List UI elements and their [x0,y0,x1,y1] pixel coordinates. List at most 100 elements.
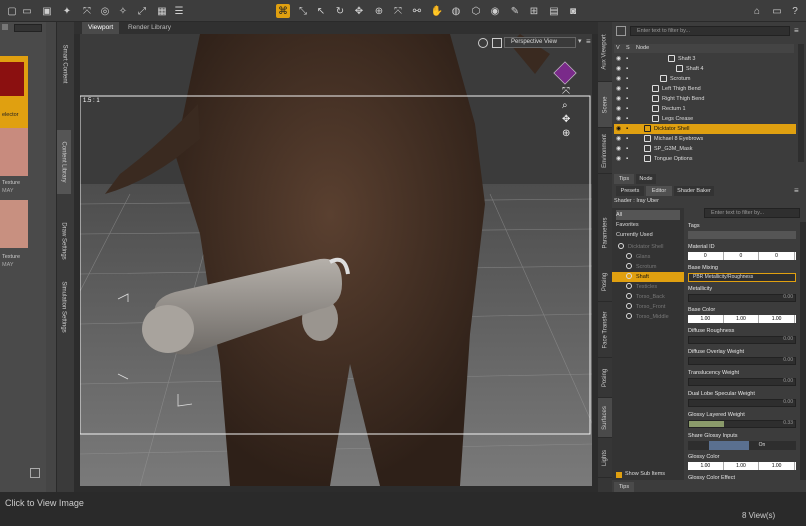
viewport-menu-icon[interactable]: ≡ [586,37,596,48]
lock-icon[interactable]: ▪ [626,84,628,94]
rotate-icon[interactable]: ↻ [333,4,347,18]
eye-icon[interactable]: ◉ [616,64,621,74]
tab-content-library[interactable]: Content Library [57,130,71,194]
tab-face-transfer[interactable]: Face Transfer [598,302,612,358]
slider-translucency_weight[interactable]: 0.00 [688,378,796,386]
number-field[interactable]: 0 [759,252,795,260]
eye-icon[interactable]: ◉ [616,84,621,94]
region-icon[interactable]: ◉ [488,4,502,18]
render-icon[interactable]: ◙ [566,4,580,18]
tab-editor[interactable]: Editor [646,186,672,196]
share-glossy-toggle[interactable]: . On [688,441,796,450]
scene-row[interactable]: ◉ ▪ Shaft 4 [614,64,796,74]
base-mixing-dropdown[interactable]: PBR Metallicity/Roughness [688,273,796,282]
number-field[interactable]: 1.00 [723,462,760,470]
number-field[interactable]: 0 [723,252,760,260]
eye-icon[interactable]: ◉ [616,154,621,164]
eye-icon[interactable]: ◉ [616,94,621,104]
lock-icon[interactable]: ▪ [626,124,628,134]
status-message[interactable]: Click to View Image [5,498,84,508]
scene-row[interactable]: ◉ ▪ Scrotum [614,74,796,84]
tab-tips-scene[interactable]: Tips [614,174,634,184]
scene-row[interactable]: ◉ ▪ Right Thigh Bend [614,94,796,104]
tags-field[interactable] [688,231,796,239]
view-dropdown[interactable]: Perspective View [504,37,576,48]
grid-icon[interactable]: ▦ [155,4,169,18]
slider-glossy_layered_weight[interactable]: 0.33 [688,420,796,428]
tab-smart-content[interactable]: Smart Content [57,36,71,92]
camera-select-icon[interactable] [478,38,488,48]
target-icon[interactable]: ◎ [98,4,112,18]
tab-shader-baker[interactable]: Shader Baker [674,186,714,196]
scene-menu-icon[interactable]: ≡ [794,26,799,35]
lock-icon[interactable]: ▪ [626,74,628,84]
tab-simulation-settings[interactable]: Simulation Settings [57,280,71,334]
slider-diffuse_roughness[interactable]: 0.00 [688,336,796,344]
number-field[interactable]: 1.00 [759,315,795,323]
move-icon[interactable]: ⤡ [296,4,310,18]
lock-icon[interactable]: ▪ [626,134,628,144]
tab-viewport[interactable]: Viewport [82,22,120,34]
eye-icon[interactable]: ◉ [616,134,621,144]
scene-filter-input[interactable]: Enter text to filter by... [630,26,790,36]
geometry-icon[interactable]: ⬡ [469,4,483,18]
3d-scene[interactable]: 1.5 : 1 ⤧ ⌕ ✥ ⊕ [80,34,592,486]
orbit-icon[interactable]: ⤧ [562,86,570,97]
render-settings-icon[interactable]: ▤ [547,4,561,18]
lock-icon[interactable]: ▪ [626,94,628,104]
eye-icon[interactable]: ◉ [616,54,621,64]
lock-icon[interactable]: ▪ [626,144,628,154]
triple-base_color[interactable]: 1.00 1.00 1.00 [688,315,796,323]
tab-tips-surfaces[interactable]: Tips [614,482,634,492]
joint-tool-icon[interactable]: ⤧ [80,4,94,18]
scene-scrollbar[interactable] [798,44,804,162]
scene-row[interactable]: ◉ ▪ Left Thigh Bend [614,84,796,94]
scene-options-icon[interactable] [616,26,626,36]
tab-environment[interactable]: Environment [598,128,612,174]
tab-render-library[interactable]: Render Library [122,22,177,34]
joint-editor-icon[interactable]: ⚯ [410,4,424,18]
home-icon[interactable]: ⌂ [750,4,764,18]
lock-icon[interactable]: ▪ [626,54,628,64]
tab-presets[interactable]: Presets [616,186,644,196]
eye-icon[interactable]: ◉ [616,104,621,114]
triple-glossy_color[interactable]: 1.00 1.00 1.00 [688,462,796,470]
slider-dual_lobe[interactable]: 0.00 [688,399,796,407]
number-field[interactable]: 0 [688,252,724,260]
tab-parameters[interactable]: Parameters [598,202,612,264]
surface-icon[interactable]: ◍ [449,4,463,18]
lock-icon[interactable]: ▪ [626,154,628,164]
slider-diffuse_overlay_weight[interactable]: 0.00 [688,357,796,365]
scene-row[interactable]: ◉ ▪ Shaft 3 [614,54,796,64]
tab-lights[interactable]: Lights [598,438,612,478]
render-region-icon[interactable]: ⊞ [527,4,541,18]
scene-row[interactable]: ◉ ▪ Tongue Options [614,154,796,164]
scene-manip-icon[interactable]: ⌘ [276,4,290,18]
scroll-up-icon[interactable] [2,24,8,30]
lock-icon[interactable]: ▪ [626,114,628,124]
slider-metallicity[interactable]: 0.00 [688,294,796,302]
help-icon[interactable]: ? [788,4,802,18]
surface-filter-item[interactable]: All [616,210,680,220]
lock-icon[interactable]: ▪ [626,64,628,74]
tab-aux-viewport[interactable]: Aux Viewport [598,22,612,82]
scene-row[interactable]: ◉ ▪ SP_G3M_Mask [614,144,796,154]
file-icon[interactable]: ▢ [5,4,19,18]
number-field[interactable]: 1.00 [688,462,724,470]
mini-search-input[interactable] [14,24,42,32]
tab-node[interactable]: Node [636,174,656,184]
screen-icon[interactable]: ▭ [770,4,784,18]
pan-icon[interactable]: ✥ [562,114,570,125]
tab-posing[interactable]: Posing [598,262,612,302]
surfaces-menu-icon[interactable]: ≡ [794,186,799,195]
number-field[interactable]: 1.00 [723,315,760,323]
select-icon[interactable]: ↖ [314,4,328,18]
paint-icon[interactable]: ✎ [508,4,522,18]
wand-icon[interactable]: ✧ [116,4,130,18]
save-icon[interactable]: ▭ [20,4,34,18]
eye-icon[interactable]: ◉ [616,114,621,124]
tab-draw-settings[interactable]: Draw Settings [57,218,71,264]
lock-icon[interactable]: ▪ [626,104,628,114]
node-tool-icon[interactable]: ✦ [60,4,74,18]
eye-icon[interactable]: ◉ [616,124,621,134]
